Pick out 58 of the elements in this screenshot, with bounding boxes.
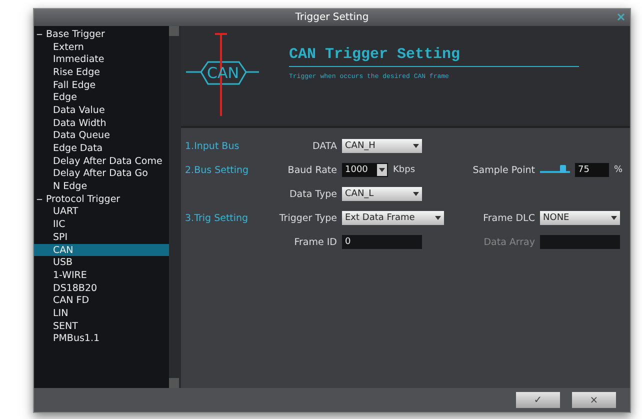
input-field[interactable]: 0 xyxy=(342,235,422,249)
field-label: Data Type xyxy=(288,188,337,200)
caret-icon xyxy=(413,192,419,196)
ok-button[interactable]: ✓ xyxy=(516,392,560,408)
tree-item[interactable]: Delay After Data Go xyxy=(34,168,169,180)
value-field[interactable]: 75 xyxy=(575,163,609,177)
section-label: 2.Bus Setting xyxy=(185,164,249,176)
scrollbar[interactable] xyxy=(169,26,179,388)
caret-icon xyxy=(379,168,385,172)
unit-label: % xyxy=(614,165,623,175)
input-field[interactable] xyxy=(540,235,620,249)
tree-item[interactable]: Delay After Data Come xyxy=(34,154,169,168)
section-label: 1.Input Bus xyxy=(185,140,240,152)
field-label: Trigger Type xyxy=(278,212,337,224)
field-label: Data Array xyxy=(482,236,535,248)
tree-item[interactable]: Protocol Trigger xyxy=(34,192,169,206)
tree-item[interactable]: Extern xyxy=(34,40,169,54)
field-label: Baud Rate xyxy=(286,164,337,176)
tree-item[interactable]: Edge xyxy=(34,91,169,104)
tree-item[interactable]: Edge Data xyxy=(34,142,169,155)
tree-item[interactable]: CAN xyxy=(34,244,169,256)
caret-icon xyxy=(435,216,441,220)
tree-item[interactable]: IIC xyxy=(34,218,169,231)
tree-item[interactable]: Immediate xyxy=(34,53,169,66)
cancel-button[interactable]: × xyxy=(572,392,616,408)
tree-item[interactable]: N Edge xyxy=(34,180,169,193)
dropdown[interactable]: CAN_H xyxy=(342,139,422,153)
header-title: CAN Trigger Setting xyxy=(289,46,579,67)
tree-item[interactable]: LIN xyxy=(34,307,169,320)
dropdown[interactable]: CAN_L xyxy=(342,187,422,201)
close-icon[interactable] xyxy=(616,12,626,22)
tree-item[interactable]: Data Value xyxy=(34,104,169,117)
tree-item[interactable]: CAN FD xyxy=(34,294,169,308)
field-label: Sample Point xyxy=(472,164,535,176)
tree-item[interactable]: Base Trigger xyxy=(34,28,169,41)
window-title: Trigger Setting xyxy=(295,12,369,23)
field-label: Frame ID xyxy=(293,236,337,248)
tree-item[interactable]: Fall Edge xyxy=(34,78,169,92)
tree-item[interactable]: Rise Edge xyxy=(34,66,169,79)
section-label: 3.Trig Setting xyxy=(185,212,248,224)
tree-item[interactable]: UART xyxy=(34,206,169,218)
baud-rate-field[interactable]: 1000 xyxy=(342,163,388,177)
tree-item[interactable]: 1-WIRE xyxy=(34,269,169,282)
caret-icon xyxy=(413,144,419,148)
field-label: DATA xyxy=(312,140,337,152)
dropdown[interactable]: NONE xyxy=(540,211,620,225)
tree-item[interactable]: SPI xyxy=(34,231,169,244)
dropdown[interactable]: Ext Data Frame xyxy=(342,211,444,225)
tree-item[interactable]: USB xyxy=(34,256,169,270)
tree-item[interactable]: PMBus1.1 xyxy=(34,332,169,346)
caret-icon xyxy=(611,216,617,220)
slider-thumb[interactable] xyxy=(560,165,566,173)
unit-label: Kbps xyxy=(393,165,416,175)
tree-item[interactable]: DS18B20 xyxy=(34,282,169,294)
field-label: Frame DLC xyxy=(482,212,535,224)
tree-item[interactable]: Data Width xyxy=(34,116,169,130)
tree-item[interactable]: SENT xyxy=(34,320,169,332)
tree-item[interactable]: Data Queue xyxy=(34,130,169,142)
